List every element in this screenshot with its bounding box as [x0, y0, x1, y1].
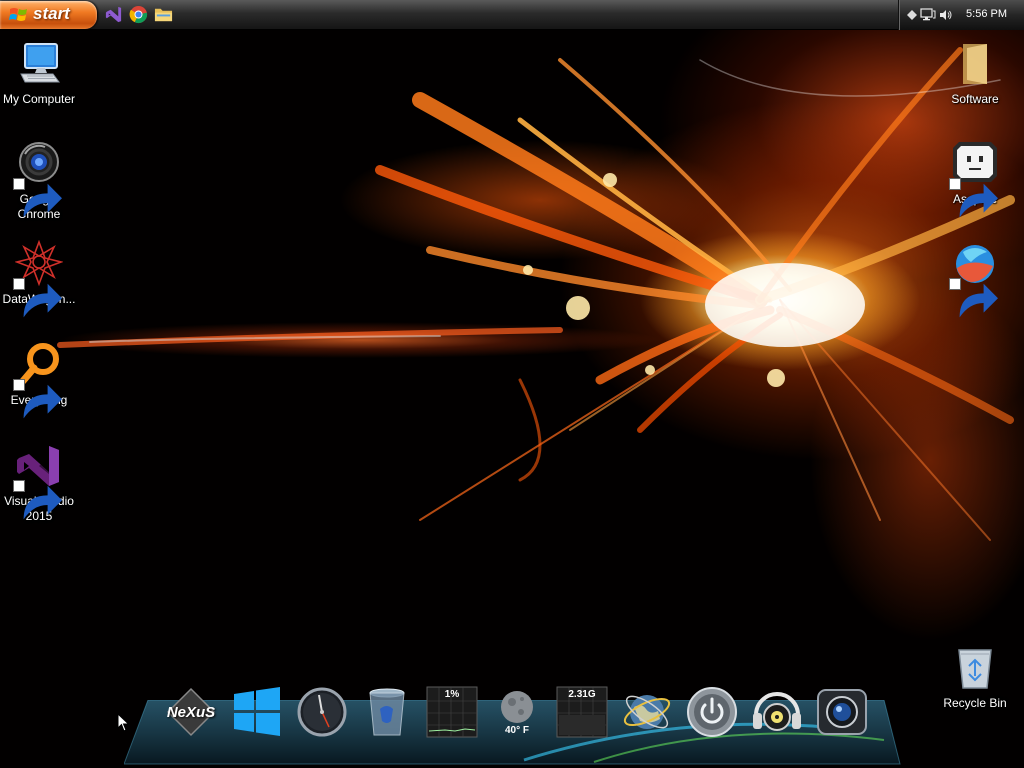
- tray-clock[interactable]: 5:56 PM: [966, 8, 1007, 20]
- computer-icon: [15, 40, 63, 88]
- network-icon[interactable]: [920, 8, 936, 21]
- folder-icon: [951, 40, 999, 88]
- shortcut-arrow-icon: [13, 278, 62, 318]
- shortcut-arrow-icon: [13, 178, 62, 218]
- desktop-icon-label: My Computer: [2, 92, 76, 106]
- nexus-logo[interactable]: NeXuS: [164, 685, 218, 739]
- start-label: start: [33, 4, 70, 23]
- desktop-wallpaper: [0, 0, 1024, 768]
- memory-usage-value: 2.31G: [568, 689, 596, 700]
- dock: NeXuS 1% 40° F 2.31G: [160, 685, 870, 745]
- datawagon-icon: [13, 240, 63, 318]
- recycle-bin-icon[interactable]: [360, 685, 414, 739]
- shortcut-arrow-icon: [949, 278, 998, 318]
- desktop-icon-browser[interactable]: [936, 240, 1014, 318]
- memory-meter[interactable]: 2.31G: [555, 685, 609, 739]
- start-button[interactable]: start: [0, 1, 97, 29]
- visual-studio-icon: [13, 442, 63, 520]
- recycle-bin-icon: [951, 644, 999, 692]
- chrome-icon[interactable]: [129, 5, 148, 24]
- camera-icon[interactable]: [815, 685, 869, 739]
- show-hidden-icon[interactable]: [907, 9, 917, 20]
- desktop-icon-software[interactable]: Software: [936, 40, 1014, 107]
- visual-studio-icon[interactable]: [104, 5, 123, 24]
- shortcut-arrow-icon: [13, 480, 62, 520]
- everything-search-icon: [13, 341, 63, 419]
- desktop-icon-recycle-bin[interactable]: Recycle Bin: [936, 644, 1014, 711]
- windows-icon[interactable]: [230, 685, 284, 739]
- windows-flag-icon: [9, 8, 27, 21]
- volume-icon[interactable]: [939, 9, 953, 21]
- quick-launch-bar: [104, 5, 173, 25]
- temperature-value: 40° F: [504, 725, 529, 736]
- tray-icons: [907, 8, 953, 21]
- music-player-icon[interactable]: [750, 685, 804, 739]
- nexus-label: NeXuS: [166, 704, 216, 721]
- browser-icon: [949, 240, 999, 318]
- wallpaper-streaks: [57, 47, 1015, 541]
- mouse-cursor: [117, 713, 130, 732]
- desktop-icon-aseprite[interactable]: Aseprite: [936, 140, 1014, 218]
- desktop-icon-visual-studio[interactable]: Visual Studio 2015: [0, 442, 78, 524]
- shortcut-arrow-icon: [13, 379, 62, 419]
- power-button[interactable]: [685, 685, 739, 739]
- cpu-meter[interactable]: 1%: [425, 685, 479, 739]
- desktop-icon-everything[interactable]: Everything: [0, 341, 78, 419]
- shortcut-arrow-icon: [949, 178, 998, 218]
- chrome-icon: [13, 140, 63, 218]
- desktop-icon-label: Recycle Bin: [943, 696, 1007, 710]
- folder-icon[interactable]: [154, 5, 173, 24]
- taskbar: start 5:56 PM: [0, 0, 1024, 30]
- desktop-icon-google-chrome[interactable]: Google Chrome: [0, 140, 78, 222]
- clock-widget[interactable]: [295, 685, 349, 739]
- network-globe-icon[interactable]: [620, 685, 674, 739]
- aseprite-icon: [949, 140, 999, 218]
- cpu-usage-value: 1%: [444, 689, 460, 700]
- desktop-icon-label: Software: [951, 92, 999, 106]
- desktop-icon-datawagon[interactable]: DataWagon...: [0, 240, 78, 318]
- weather-widget[interactable]: 40° F: [490, 685, 544, 739]
- desktop-icon-my-computer[interactable]: My Computer: [0, 40, 78, 107]
- system-tray: 5:56 PM: [898, 0, 1024, 30]
